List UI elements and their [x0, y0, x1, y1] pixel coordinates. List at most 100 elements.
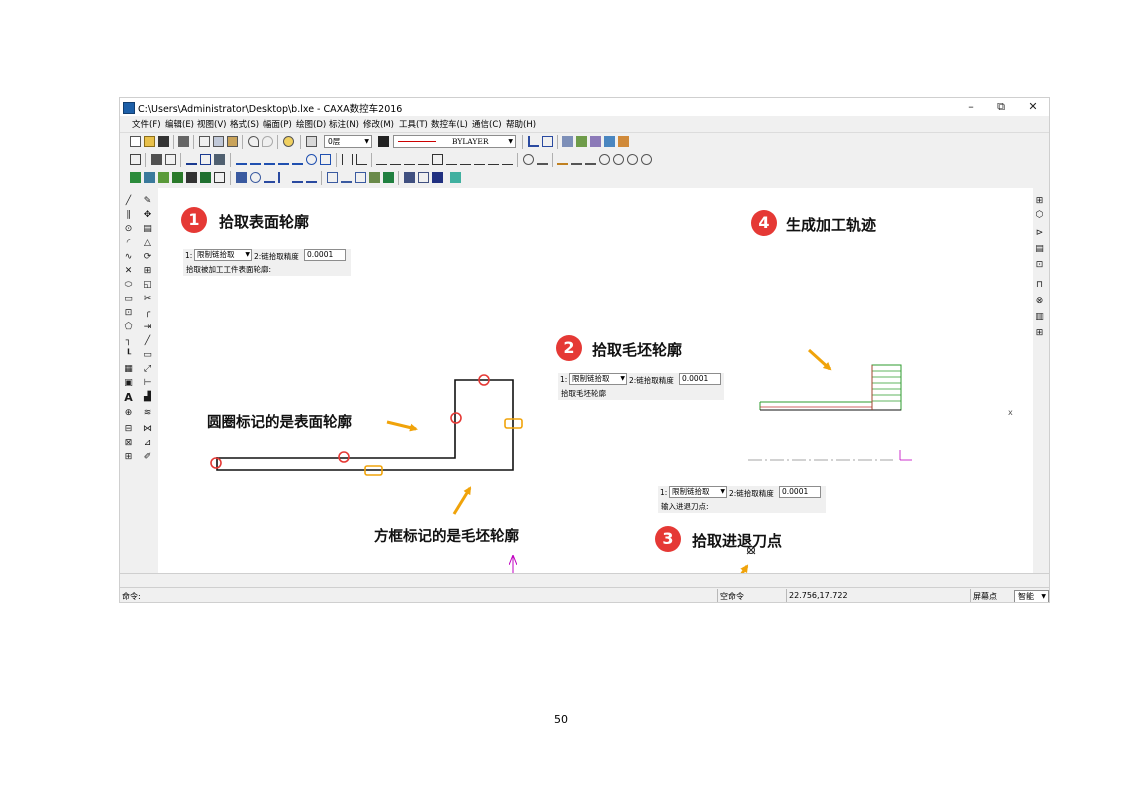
scale-icon[interactable]: ◱: [142, 280, 153, 291]
mirror-icon[interactable]: △: [142, 238, 153, 249]
fillet-icon[interactable]: ╭: [142, 308, 153, 319]
open-file-icon[interactable]: [144, 136, 155, 147]
precision-input[interactable]: 0.0001: [304, 249, 346, 261]
measure-icon[interactable]: [186, 154, 197, 165]
array-icon[interactable]: ⊞: [142, 266, 153, 277]
thread-icon[interactable]: [214, 172, 225, 183]
sim-icon[interactable]: [404, 172, 415, 183]
drawing-canvas[interactable]: x 1 拾取表面轮廓 2 拾取毛坯轮廓 3 拾取进退刀点 4 生成加工轨迹 圆圈…: [158, 188, 1033, 573]
window-icon[interactable]: [151, 154, 162, 165]
spline-icon[interactable]: ∿: [123, 252, 134, 263]
menu-draw[interactable]: 绘图(D): [296, 118, 326, 130]
query-icon[interactable]: ⊕: [123, 408, 134, 419]
polygon-icon[interactable]: ⬠: [123, 322, 134, 333]
leader-icon[interactable]: [460, 154, 471, 165]
copy-icon[interactable]: [213, 136, 224, 147]
menu-file[interactable]: 文件(F): [132, 118, 161, 130]
menu-edit[interactable]: 编辑(E): [165, 118, 194, 130]
balloon-icon[interactable]: [502, 154, 513, 165]
text-style-icon[interactable]: [590, 136, 601, 147]
zoom-in-icon[interactable]: [599, 154, 610, 165]
machine-icon[interactable]: [369, 172, 380, 183]
thread-tool-icon[interactable]: ⊿: [142, 438, 153, 449]
linetype-select[interactable]: BYLAYER ▼: [393, 135, 516, 148]
report-icon[interactable]: ▥: [1034, 312, 1045, 323]
scale-icon[interactable]: [292, 154, 303, 165]
precision-input[interactable]: 0.0001: [679, 373, 721, 385]
menu-communication[interactable]: 通信(C): [472, 118, 502, 130]
menu-format[interactable]: 格式(S): [230, 118, 259, 130]
zoom-prev-icon[interactable]: [585, 154, 596, 165]
zoom-all-icon[interactable]: [627, 154, 638, 165]
chamfer-icon[interactable]: ╱: [142, 336, 153, 347]
rough-turn-tool-icon[interactable]: ≋: [142, 408, 153, 419]
text-icon[interactable]: A: [123, 392, 134, 403]
break-icon[interactable]: ▭: [142, 350, 153, 361]
text-icon[interactable]: [376, 154, 387, 165]
layer-icon[interactable]: [306, 136, 317, 147]
hatch-icon[interactable]: ▦: [123, 364, 134, 375]
align-icon[interactable]: ⊢: [142, 378, 153, 389]
menu-view[interactable]: 视图(V): [197, 118, 226, 130]
check-track-icon[interactable]: [341, 172, 352, 183]
table-icon[interactable]: [214, 154, 225, 165]
pick-mode-select[interactable]: 限制链拾取 ▼: [194, 249, 252, 261]
groove-tool-icon[interactable]: ⋈: [142, 424, 153, 435]
tool-icon[interactable]: ⊳: [1034, 228, 1045, 239]
properties-icon[interactable]: [562, 136, 573, 147]
snap-mode-select[interactable]: 智能 ▼: [1014, 590, 1049, 602]
roughness-icon[interactable]: [404, 154, 415, 165]
fixture-icon[interactable]: ⊓: [1034, 280, 1045, 291]
settings-icon[interactable]: ⊞: [1034, 328, 1045, 339]
new-file-icon[interactable]: [130, 136, 141, 147]
rough-turn-icon[interactable]: [158, 172, 169, 183]
precision-input[interactable]: 0.0001: [779, 486, 821, 498]
maximize-button[interactable]: ⧉: [986, 99, 1016, 115]
rough-mill-icon[interactable]: [264, 172, 275, 183]
lathe-icon[interactable]: ▟: [142, 392, 153, 403]
color-icon[interactable]: [378, 136, 389, 147]
edit-track-icon[interactable]: [327, 172, 338, 183]
undo-icon[interactable]: [248, 136, 259, 147]
offset-icon[interactable]: [250, 154, 261, 165]
menu-cnc-lathe[interactable]: 数控车(L): [431, 118, 468, 130]
mirror-icon[interactable]: [264, 154, 275, 165]
dim-style-icon[interactable]: [604, 136, 615, 147]
close-button[interactable]: ✕: [1018, 99, 1048, 115]
cut-icon[interactable]: [199, 136, 210, 147]
stretch-icon[interactable]: ⤢: [142, 364, 153, 375]
menu-dimension[interactable]: 标注(N): [329, 118, 359, 130]
lib-icon[interactable]: ⊡: [1034, 260, 1045, 271]
parallel-line-icon[interactable]: ∥: [123, 210, 134, 221]
zoom-out-icon[interactable]: [613, 154, 624, 165]
side-mill-icon[interactable]: [278, 172, 289, 183]
minimize-button[interactable]: –: [956, 99, 986, 115]
menu-tools[interactable]: 工具(T): [399, 118, 428, 130]
rotate-icon[interactable]: ⟳: [142, 252, 153, 263]
list-icon[interactable]: [450, 172, 461, 183]
part-icon[interactable]: ⊗: [1034, 296, 1045, 307]
transfer-icon[interactable]: [432, 172, 443, 183]
print-icon[interactable]: [178, 136, 189, 147]
gen-code-icon[interactable]: [236, 172, 247, 183]
datum-icon[interactable]: [446, 154, 457, 165]
lathe-tool-icon[interactable]: [130, 172, 141, 183]
arc-icon[interactable]: ◜: [123, 238, 134, 249]
symbol-icon[interactable]: ⊞: [123, 452, 134, 463]
array-icon[interactable]: [306, 154, 317, 165]
drill-tool-icon[interactable]: ✐: [142, 452, 153, 463]
extend-icon[interactable]: ⇥: [142, 322, 153, 333]
postproc-icon[interactable]: [383, 172, 394, 183]
align-icon[interactable]: [528, 136, 539, 147]
toolpath-icon[interactable]: ⊞: [1034, 196, 1045, 207]
rectangle-icon[interactable]: ▭: [123, 294, 134, 305]
center-line-icon[interactable]: ⊡: [123, 308, 134, 319]
match-icon[interactable]: [542, 136, 553, 147]
move-icon[interactable]: ✥: [142, 210, 153, 221]
code-icon[interactable]: ▤: [1034, 244, 1045, 255]
dimension-icon[interactable]: [342, 154, 353, 165]
baseline-dim-icon[interactable]: [356, 154, 367, 165]
query-icon[interactable]: [200, 154, 211, 165]
rotate-icon[interactable]: [278, 154, 289, 165]
image-icon[interactable]: ⊠: [123, 438, 134, 449]
